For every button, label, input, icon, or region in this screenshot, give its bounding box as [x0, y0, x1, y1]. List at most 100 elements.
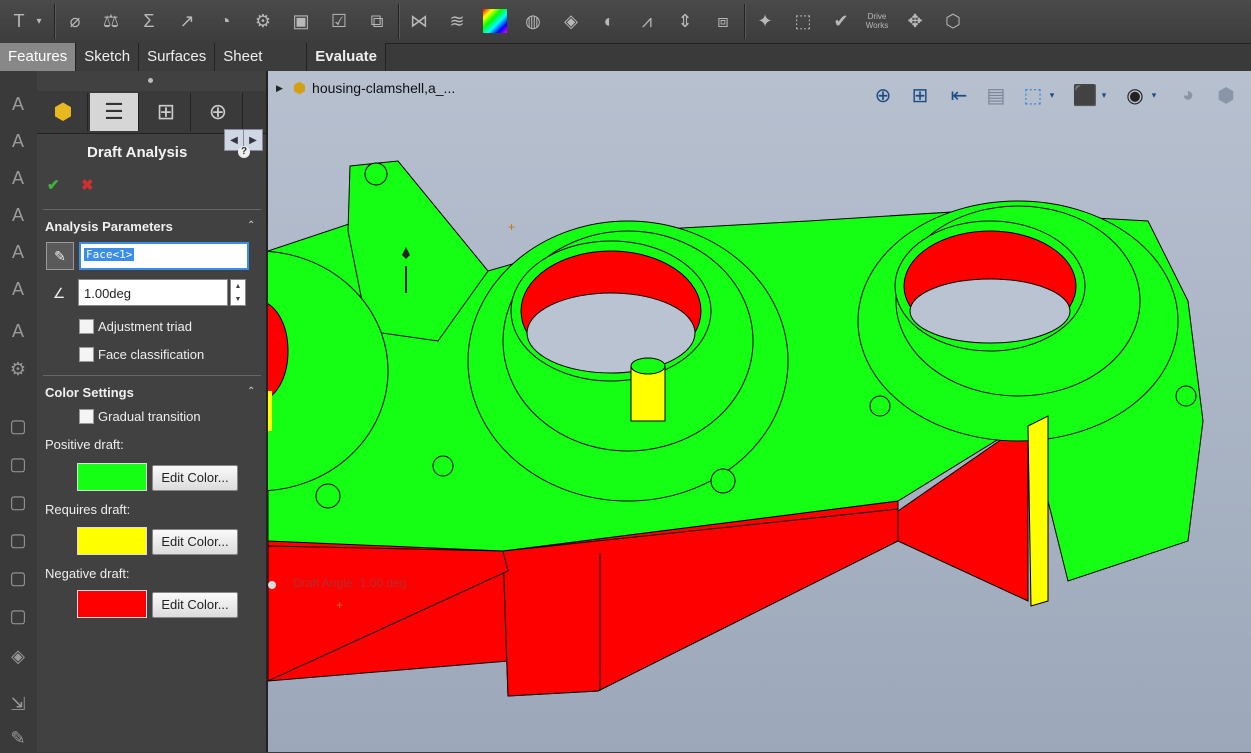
panel-grip[interactable]	[148, 78, 153, 83]
interference-icon[interactable]: ▣	[286, 6, 316, 36]
hide-show-icon[interactable]: ◉	[1120, 80, 1150, 110]
requires-draft-swatch[interactable]	[77, 527, 147, 555]
move-icon[interactable]: ✥	[900, 6, 930, 36]
simulation-icon[interactable]: ⬡	[938, 6, 968, 36]
deviation-icon[interactable]: ⋈	[404, 6, 434, 36]
cube-view-icon[interactable]: ▢	[3, 411, 33, 441]
adjustment-triad-label: Adjustment triad	[98, 319, 192, 334]
small-boss	[364, 162, 388, 186]
small-boss	[1175, 385, 1197, 407]
model-view: + +	[268, 160, 1204, 697]
text-box-icon[interactable]: A	[3, 274, 33, 304]
collapse-color-icon[interactable]: ⌃	[247, 386, 259, 397]
pen-icon[interactable]: ✎	[3, 723, 33, 753]
display-style-icon[interactable]: ⬛	[1070, 80, 1100, 110]
display-style-dropdown-icon[interactable]: ▾	[1098, 80, 1110, 110]
cube-front-icon[interactable]: ▢	[3, 487, 33, 517]
face-classification-checkbox[interactable]: Face classification	[79, 347, 204, 362]
draft-analysis-icon[interactable]: ⩘	[632, 6, 662, 36]
undercut-icon[interactable]: ◍	[518, 6, 548, 36]
tab-evaluate[interactable]: Evaluate	[307, 43, 386, 71]
symmetry-icon[interactable]: ◐	[594, 6, 624, 36]
curvature-icon[interactable]	[480, 6, 510, 36]
command-toolbar: T ▾ ⌀ ⚖ Σ ↗ ◔ ⚙ ▣ ☑ ⧉ ⋈ ≋ ◍ ◈ ◐ ⩘ ⇕ ⧈ ✦ …	[0, 0, 1251, 44]
compare-icon[interactable]: ⇕	[670, 6, 700, 36]
measure-icon[interactable]: ⌀	[60, 6, 90, 36]
cube-top-icon[interactable]: ▢	[3, 525, 33, 555]
pin-top	[630, 357, 666, 375]
zoom-to-area-icon[interactable]: ⊞	[905, 80, 935, 110]
feature-tree-root[interactable]: ▶ ⬢ housing-clamshell,a_...	[276, 79, 455, 97]
check-active-icon[interactable]: ⧈	[708, 6, 738, 36]
sigma-icon[interactable]: Σ	[134, 6, 164, 36]
ok-button[interactable]: ✔	[47, 176, 60, 194]
section-view-icon[interactable]: ▤	[981, 80, 1011, 110]
previous-view-icon[interactable]: ⇤	[944, 80, 974, 110]
appearance-icon[interactable]: ◕	[1173, 80, 1203, 110]
tab-surfaces[interactable]: Surfaces	[139, 43, 216, 71]
adjustment-triad-checkbox[interactable]: Adjustment triad	[79, 319, 192, 334]
tab-sheet-metal[interactable]: Sheet Metal	[215, 43, 308, 93]
design-checker-icon[interactable]: ⬚	[788, 6, 818, 36]
performance-evaluation-icon[interactable]: ◔	[210, 6, 240, 36]
origin-marker: +	[336, 598, 343, 612]
toolbar-separator	[398, 4, 400, 39]
settings-icon[interactable]: ⚙	[3, 354, 33, 384]
text-style-icon[interactable]: A	[3, 200, 33, 230]
geometry-analysis-icon[interactable]: ☑	[324, 6, 354, 36]
edit-positive-color-button[interactable]: Edit Color...	[152, 465, 238, 491]
hide-show-dropdown-icon[interactable]: ▾	[1148, 80, 1160, 110]
note-icon[interactable]: A	[3, 316, 33, 346]
chevron-down-icon[interactable]: ▾	[32, 6, 46, 36]
help-icon[interactable]: ?	[238, 146, 250, 158]
costing-icon[interactable]: ✦	[750, 6, 780, 36]
view-orientation-icon[interactable]: ⬚	[1018, 80, 1048, 110]
graphics-viewport[interactable]: + + ▶ ⬢ housing-clamshell,a_... Draft An…	[268, 71, 1251, 752]
configuration-manager-tab-icon[interactable]: ⊞	[142, 93, 191, 131]
mass-properties-icon[interactable]: ⚖	[96, 6, 126, 36]
cube-wire-icon[interactable]: ▢	[3, 449, 33, 479]
checkbox-box[interactable]	[79, 347, 94, 362]
dimxpert-tab-icon[interactable]: ⊕	[194, 93, 243, 131]
origin-marker: +	[508, 220, 515, 234]
feature-manager-tab-icon[interactable]: ⬢	[39, 93, 88, 131]
tab-sketch[interactable]: Sketch	[76, 43, 140, 71]
verified-icon[interactable]: ✔	[826, 6, 856, 36]
expand-arrow-icon[interactable]: ▶	[276, 83, 283, 94]
resize-grip[interactable]	[268, 581, 276, 589]
import-diagnostics-icon[interactable]: ⧉	[362, 6, 392, 36]
text-edit-icon[interactable]: A	[3, 126, 33, 156]
face-selection-field[interactable]: Face<1>	[79, 242, 249, 270]
draft-angle-input[interactable]: 1.00deg	[78, 279, 228, 306]
cube-iso-icon[interactable]: ▢	[3, 601, 33, 631]
edit-requires-color-button[interactable]: Edit Color...	[152, 529, 238, 555]
draft-angle-stepper[interactable]: ▲ ▼	[230, 279, 246, 306]
cancel-button[interactable]: ✖	[81, 176, 94, 194]
drag-icon[interactable]: ⇲	[3, 689, 33, 719]
thickness-icon[interactable]: ◈	[556, 6, 586, 36]
view-orientation-dropdown-icon[interactable]: ▾	[1046, 80, 1058, 110]
command-manager-tabs: Features Sketch Surfaces Sheet Metal Eva…	[0, 43, 386, 93]
tab-features[interactable]: Features	[0, 43, 77, 71]
collapse-analysis-icon[interactable]: ⌃	[247, 220, 259, 231]
zebra-stripes-icon[interactable]: ≋	[442, 6, 472, 36]
text-lock-icon[interactable]: A	[3, 237, 33, 267]
cube-right-icon[interactable]: ▢	[3, 563, 33, 593]
text-move-icon[interactable]: A	[3, 163, 33, 193]
zoom-to-fit-icon[interactable]: ⊕	[868, 80, 898, 110]
sensor-icon[interactable]: ↗	[172, 6, 202, 36]
draft-angle-annotation: Draft Angle -1.00 deg	[293, 576, 407, 590]
driveworks-icon[interactable]: Drive Works	[862, 6, 892, 36]
check-icon[interactable]: ⚙	[248, 6, 278, 36]
property-manager-tab-icon[interactable]: ☰	[90, 93, 139, 131]
negative-draft-swatch[interactable]	[77, 590, 147, 618]
text-tool-icon[interactable]: A	[3, 89, 33, 119]
checkbox-box[interactable]	[79, 319, 94, 334]
positive-draft-swatch[interactable]	[77, 463, 147, 491]
gradual-transition-checkbox[interactable]: Gradual transition	[79, 409, 201, 424]
checkbox-box[interactable]	[79, 409, 94, 424]
cube-normal-icon[interactable]: ◈	[3, 641, 33, 671]
text-icon[interactable]: T	[4, 6, 34, 36]
scene-icon[interactable]: ⬢	[1211, 80, 1241, 110]
edit-negative-color-button[interactable]: Edit Color...	[152, 592, 238, 618]
